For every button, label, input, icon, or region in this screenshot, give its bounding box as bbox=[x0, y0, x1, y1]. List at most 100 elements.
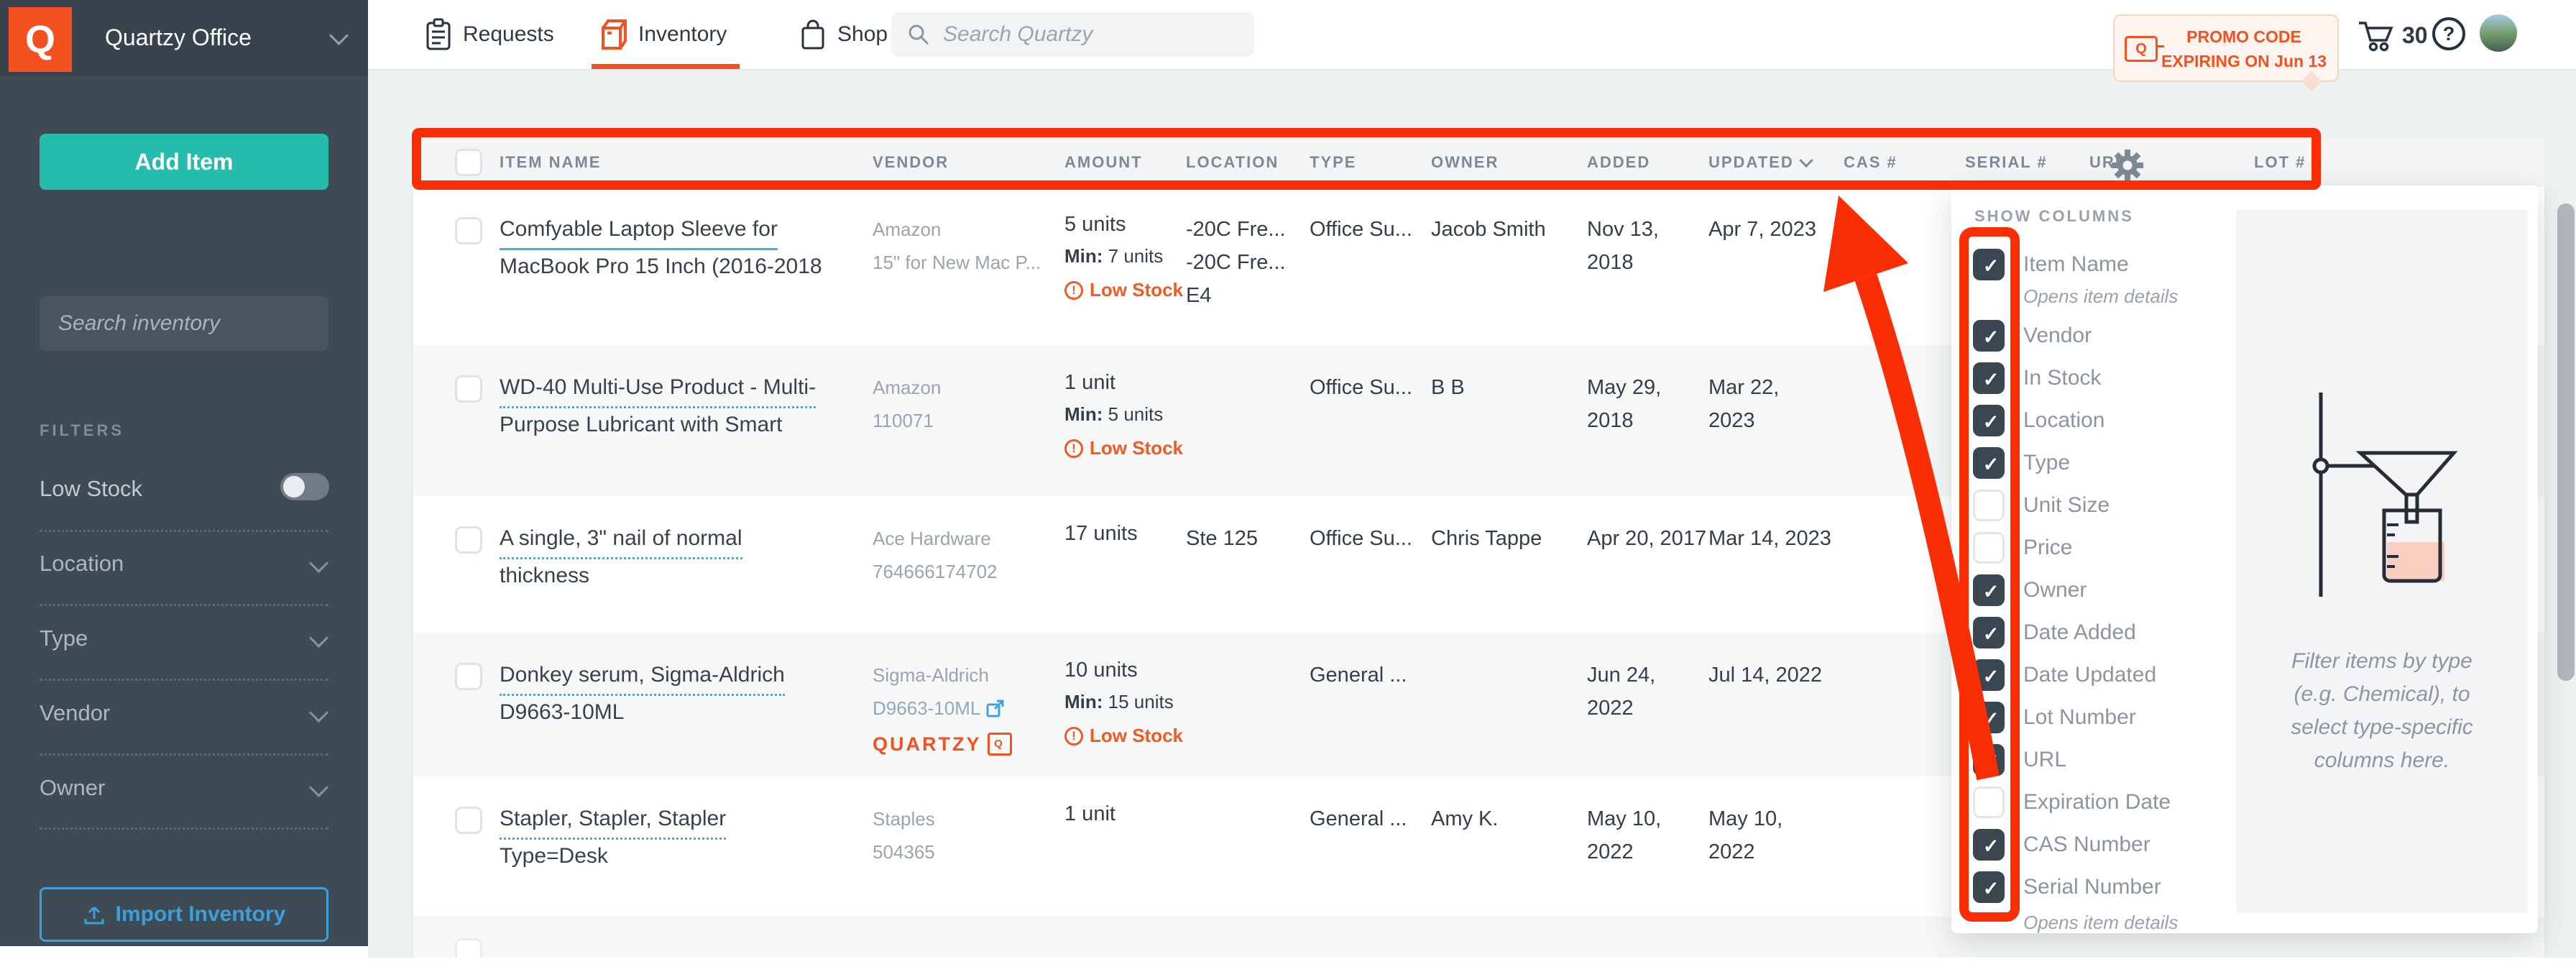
checkbox[interactable] bbox=[1973, 248, 2007, 283]
checkbox[interactable] bbox=[1973, 362, 2007, 396]
filter-group-vendor[interactable]: Vendor bbox=[40, 700, 328, 736]
col-added[interactable]: ADDED bbox=[1587, 153, 1708, 172]
quartzy-box-icon: Q bbox=[987, 733, 1012, 756]
clipboard-icon bbox=[426, 18, 451, 50]
sort-chevron-icon bbox=[1798, 153, 1813, 168]
filter-group-type[interactable]: Type bbox=[40, 625, 328, 661]
col-updated[interactable]: UPDATED bbox=[1708, 153, 1844, 172]
row-checkbox[interactable] bbox=[455, 663, 482, 690]
table-header: ITEM NAME VENDOR AMOUNT LOCATION TYPE OW… bbox=[413, 138, 2544, 187]
checkbox[interactable] bbox=[1973, 616, 2007, 651]
low-stock-badge: ! Low Stock bbox=[1064, 437, 1186, 459]
checkbox[interactable] bbox=[1973, 404, 2007, 439]
amount-cell: 1 unit Min: 5 units ! Low Stock bbox=[1064, 345, 1186, 496]
checkbox[interactable] bbox=[1973, 446, 2007, 481]
inventory-search-input[interactable] bbox=[57, 311, 341, 336]
chevron-down-icon bbox=[309, 554, 328, 573]
vertical-scrollbar-thumb[interactable] bbox=[2557, 203, 2575, 681]
quartzy-logo: Q bbox=[9, 7, 72, 72]
import-inventory-button[interactable]: Import Inventory bbox=[40, 887, 328, 942]
search-input[interactable] bbox=[942, 22, 1232, 47]
divider bbox=[40, 679, 328, 681]
workspace-switcher[interactable]: Q Quartzy Office bbox=[0, 0, 368, 76]
item-name-link[interactable]: Comfyable Laptop Sleeve for MacBook Pro 1… bbox=[500, 187, 873, 345]
active-tab-underline bbox=[592, 64, 740, 69]
row-checkbox[interactable] bbox=[455, 526, 482, 554]
add-item-button[interactable]: Add Item bbox=[40, 134, 328, 190]
gear-icon[interactable] bbox=[2110, 148, 2145, 186]
vendor-cell: Amazon 15" for New Mac P... bbox=[873, 219, 1041, 273]
tab-shop[interactable]: Shop bbox=[800, 0, 888, 69]
owner-cell bbox=[1431, 633, 1587, 776]
checkbox[interactable] bbox=[1973, 871, 2007, 905]
avatar[interactable] bbox=[2480, 14, 2517, 52]
type-cell: Office Su... bbox=[1310, 527, 1412, 550]
promo-line2: EXPIRING ON Jun 13 bbox=[2161, 52, 2327, 70]
item-name-link[interactable]: Stapler, Stapler, Stapler Type=Desk bbox=[500, 776, 873, 917]
filter-group-location[interactable]: Location bbox=[40, 551, 328, 587]
promo-tag-icon: Q bbox=[2125, 36, 2164, 62]
chevron-down-icon bbox=[309, 703, 328, 723]
toggle-knob bbox=[283, 476, 305, 498]
filter-group-owner[interactable]: Owner bbox=[40, 775, 328, 811]
promo-banner[interactable]: Q PROMO CODE EXPIRING ON Jun 13 bbox=[2113, 14, 2339, 92]
updated-cell: Mar 14, 2023 bbox=[1708, 527, 1831, 550]
col-cas[interactable]: CAS # bbox=[1844, 153, 1965, 172]
alert-icon: ! bbox=[1064, 280, 1083, 300]
help-button[interactable]: ? bbox=[2432, 17, 2465, 50]
col-type[interactable]: TYPE bbox=[1310, 153, 1431, 172]
cart-count: 30 bbox=[2402, 22, 2428, 48]
sidebar: Q Quartzy Office Add Item FILTERS Low St… bbox=[0, 0, 368, 946]
owner-cell: Jacob Smith bbox=[1431, 218, 1546, 241]
import-inventory-label: Import Inventory bbox=[115, 902, 286, 926]
low-stock-badge: ! Low Stock bbox=[1064, 725, 1186, 747]
checkbox[interactable] bbox=[1973, 531, 2005, 564]
row-checkbox[interactable] bbox=[455, 375, 482, 403]
divider bbox=[40, 604, 328, 606]
owner-cell: Amy K. bbox=[1431, 807, 1499, 830]
vendor-cell: Amazon 110071 bbox=[873, 377, 942, 431]
col-owner[interactable]: OWNER bbox=[1431, 153, 1587, 172]
chevron-down-icon bbox=[309, 628, 328, 648]
checkbox[interactable] bbox=[1973, 743, 2007, 778]
col-amount[interactable]: AMOUNT bbox=[1064, 153, 1186, 172]
checkbox[interactable] bbox=[1973, 574, 2007, 608]
col-lot[interactable]: LOT # bbox=[2254, 153, 2544, 172]
col-location[interactable]: LOCATION bbox=[1186, 153, 1310, 172]
type-cell: General ... bbox=[1310, 807, 1407, 830]
added-cell: May 29, 2018 bbox=[1587, 376, 1662, 432]
checkbox[interactable] bbox=[1973, 701, 2007, 735]
type-cell: Office Su... bbox=[1310, 376, 1412, 399]
global-search bbox=[891, 12, 1254, 57]
col-vendor[interactable]: VENDOR bbox=[873, 153, 1064, 172]
tab-inventory-label: Inventory bbox=[638, 22, 727, 46]
checkbox[interactable] bbox=[1973, 659, 2007, 693]
chevron-down-icon bbox=[329, 26, 349, 45]
select-all-checkbox[interactable] bbox=[455, 149, 482, 176]
search-icon bbox=[908, 24, 929, 45]
item-name-link[interactable]: A single, 3" nail of normal thickness bbox=[500, 496, 873, 633]
hint-line: (e.g. Chemical), to bbox=[2294, 682, 2470, 706]
catalog-link[interactable]: D9663-10ML bbox=[873, 692, 1005, 725]
row-checkbox[interactable] bbox=[455, 217, 482, 244]
hint-line: columns here. bbox=[2314, 748, 2450, 772]
cart-button[interactable]: 30 bbox=[2358, 17, 2428, 53]
checkbox[interactable] bbox=[1973, 489, 2005, 521]
hint-line: select type-specific bbox=[2291, 715, 2473, 739]
item-name-link[interactable]: WD-40 Multi-Use Product - Multi- Purpose … bbox=[500, 345, 873, 496]
col-serial[interactable]: SERIAL # bbox=[1965, 153, 2089, 172]
checkbox[interactable] bbox=[1973, 786, 2005, 818]
row-checkbox[interactable] bbox=[455, 807, 482, 834]
tab-inventory[interactable]: Inventory bbox=[599, 0, 727, 69]
col-item-name[interactable]: ITEM NAME bbox=[500, 153, 873, 172]
checkbox[interactable] bbox=[1973, 828, 2007, 863]
type-filter-hint-card: Filter items by type (e.g. Chemical), to… bbox=[2236, 210, 2528, 913]
item-name-link[interactable]: Donkey serum, Sigma-Aldrich D9663-10ML bbox=[500, 633, 873, 776]
checkbox[interactable] bbox=[1973, 319, 2007, 354]
tab-requests[interactable]: Requests bbox=[426, 0, 554, 69]
divider bbox=[40, 753, 328, 756]
show-columns-panel: SHOW COLUMNS Item Name Opens item detail… bbox=[1951, 185, 2538, 933]
low-stock-toggle[interactable] bbox=[280, 473, 329, 500]
divider bbox=[40, 530, 328, 532]
amount-cell: 1 unit bbox=[1064, 802, 1116, 825]
